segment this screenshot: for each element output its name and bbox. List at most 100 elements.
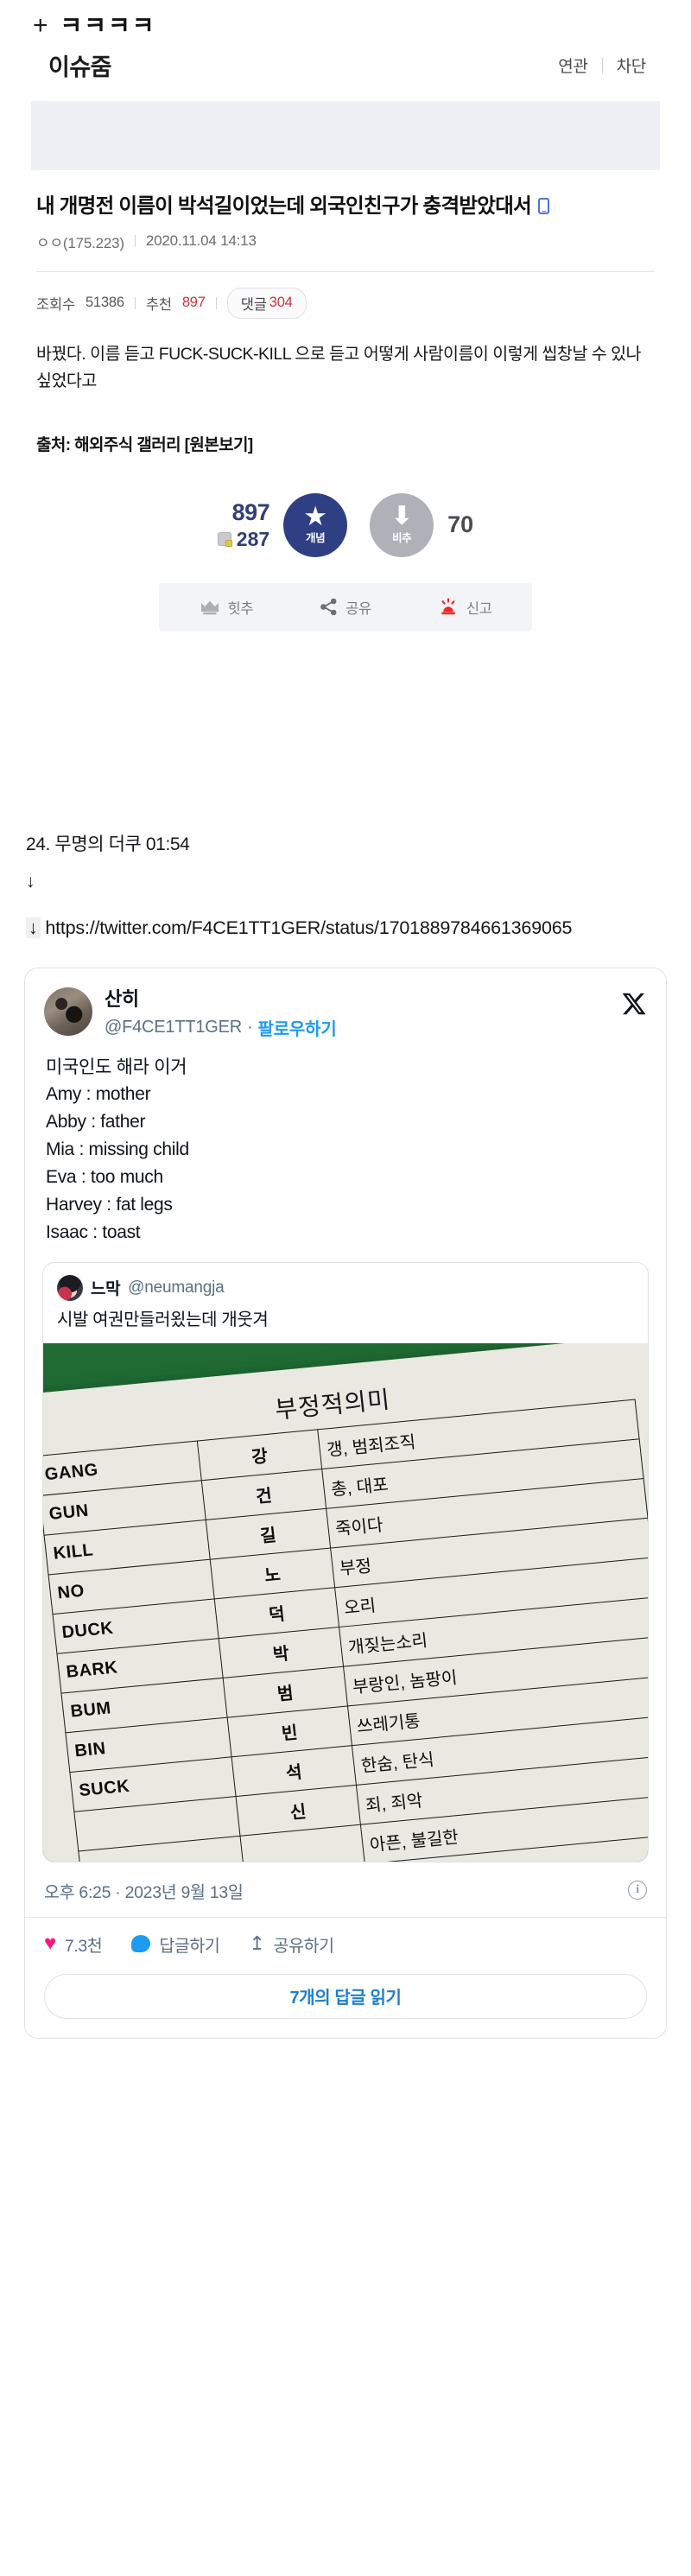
tweet-author-name[interactable]: 산히 — [105, 987, 609, 1012]
post-title-text: 내 개명전 이름이 박석길이었는데 외국인친구가 충격받았대서 — [36, 194, 532, 217]
top-strip-text: ㅋㅋㅋㅋ — [60, 12, 156, 39]
vote-counts: 897 287 — [217, 498, 270, 551]
tweet-line: Isaac : toast — [46, 1221, 141, 1242]
header-actions: 연관 차단 — [544, 54, 660, 77]
tweet-header: 산히 @F4CE1TT1GER · 팔로우하기 — [25, 968, 666, 1040]
views-label: 조회수 — [36, 296, 75, 313]
recommend-value: 897 — [181, 295, 206, 311]
reply-label: 답글하기 — [159, 1936, 220, 1956]
quoted-tweet-photo[interactable]: 부정적의미 GANG 강 갱, 범죄조직 GUN 건 총, 대포 KILL 길 … — [43, 1342, 648, 1862]
post-header: 내 개명전 이름이 박석길이었는데 외국인친구가 충격받았대서 ㅇㅇ(175.2… — [0, 170, 691, 252]
tweet-line: Amy : mother — [46, 1084, 151, 1105]
quoted-author-name: 느막 — [91, 1280, 121, 1299]
vote-sub-count: 287 — [236, 528, 270, 551]
siren-icon — [438, 598, 459, 616]
report-button[interactable]: 신고 — [438, 597, 492, 618]
avatar[interactable] — [57, 1274, 83, 1301]
printed-paper: 부정적의미 GANG 강 갱, 범죄조직 GUN 건 총, 대포 KILL 길 … — [43, 1342, 648, 1862]
meaning-table: GANG 강 갱, 범죄조직 GUN 건 총, 대포 KILL 길 죽이다 NO… — [43, 1399, 648, 1862]
share-icon — [320, 598, 338, 616]
plus-icon: + — [33, 11, 48, 40]
comment-label: 댓글 — [240, 296, 267, 313]
quoted-tweet-text: 시발 여권만들러욌는데 개웃겨 — [57, 1310, 269, 1329]
tweet-share-button[interactable]: ↥ 공유하기 — [249, 1932, 335, 1957]
post-stats: 조회수 51386 추천 897 댓글 304 — [36, 270, 655, 319]
comment-section: 24. 무명의 더쿠 01:54 ↓ ↓ https://twitter.com… — [0, 631, 691, 942]
mobile-device-icon — [538, 198, 550, 215]
post-date: 2020.11.04 14:13 — [145, 232, 257, 250]
tweet-identity: 산히 @F4CE1TT1GER · 팔로우하기 — [105, 987, 609, 1040]
downvote-button[interactable]: ⬇ 비추 — [370, 492, 434, 557]
meaning-table-body: GANG 강 갱, 범죄조직 GUN 건 총, 대포 KILL 길 죽이다 NO… — [43, 1399, 648, 1862]
tweet-engagement-bar: ♥ 7.3천 답글하기 ↥ 공유하기 — [25, 1916, 666, 1969]
tweet-share-label: 공유하기 — [273, 1936, 335, 1956]
related-button[interactable]: 연관 — [544, 54, 601, 77]
star-icon: ★ — [303, 500, 328, 531]
quoted-tweet-header: 느막 @neumangja — [43, 1263, 648, 1301]
heart-icon: ♥ — [44, 1932, 56, 1956]
reply-button[interactable]: 답글하기 — [131, 1932, 220, 1957]
tweet-handle[interactable]: @F4CE1TT1GER — [105, 1018, 242, 1037]
block-button[interactable]: 차단 — [603, 54, 660, 77]
top-strip: + ㅋㅋㅋㅋ — [0, 0, 691, 40]
tweet-line: Harvey : fat legs — [46, 1195, 173, 1215]
upvote-label: 개념 — [305, 532, 326, 545]
share-label: 공유 — [346, 600, 371, 617]
like-button[interactable]: ♥ 7.3천 — [44, 1932, 103, 1957]
site-title: 이슈줌 — [48, 54, 112, 80]
report-label: 신고 — [466, 600, 492, 617]
comment-header: 24. 무명의 더쿠 01:54 — [26, 834, 190, 854]
downvote-count: 70 — [447, 511, 474, 538]
tweet-line: 미국인도 해라 이거 — [46, 1056, 187, 1077]
crown-icon — [200, 600, 220, 615]
tweet-line: Abby : father — [46, 1112, 146, 1133]
vote-sub-row: 287 — [217, 528, 270, 551]
comment-value: 304 — [269, 295, 293, 311]
post-source[interactable]: 출처: 해외주식 갤러리 [원본보기] — [0, 396, 691, 455]
tweet-embed-card: 산히 @F4CE1TT1GER · 팔로우하기 미국인도 해라 이거 Amy :… — [24, 968, 667, 2039]
stats-divider-1 — [134, 296, 136, 309]
upvote-count: 897 — [231, 498, 270, 525]
post-action-bar: 힛추 공유 신고 — [159, 582, 532, 631]
tweet-timestamp-row: 오후 6:25 · 2023년 9월 13일 i — [25, 1862, 666, 1917]
upvote-button[interactable]: ★ 개념 — [283, 492, 348, 557]
tweet-line: Mia : missing child — [46, 1139, 189, 1160]
post-meta: ㅇㅇ(175.223) 2020.11.04 14:13 — [36, 231, 656, 252]
reply-bubble-icon — [131, 1935, 151, 1953]
like-count: 7.3천 — [64, 1936, 103, 1956]
comment-count-pill[interactable]: 댓글 304 — [226, 287, 307, 319]
hit-recommend-button[interactable]: 힛추 — [200, 597, 254, 618]
site-header: 이슈줌 연관 차단 — [0, 40, 691, 101]
quoted-tweet-card[interactable]: 느막 @neumangja 시발 여권만들러욌는데 개웃겨 부정적의미 GANG… — [42, 1261, 649, 1862]
info-icon[interactable]: i — [628, 1881, 647, 1900]
handle-separator: · — [247, 1017, 253, 1037]
meta-divider — [134, 235, 136, 248]
comment-arrow: ↓ — [26, 871, 35, 891]
downvote-label: 비추 — [391, 532, 412, 545]
share-button[interactable]: 공유 — [320, 597, 371, 618]
post-body: 바꿨다. 이름 듣고 FUCK-SUCK-KILL 으로 듣고 어떻게 사람이름… — [36, 344, 641, 391]
tweet-text: 미국인도 해라 이거 Amy : mother Abby : father Mi… — [25, 1040, 666, 1247]
image-count-icon — [217, 532, 232, 548]
views-value: 51386 — [85, 295, 124, 311]
recommend-label: 추천 — [145, 296, 172, 313]
avatar[interactable] — [44, 987, 92, 1037]
tweet-handle-row: @F4CE1TT1GER · 팔로우하기 — [105, 1015, 609, 1040]
vote-widget: 897 287 ★ 개념 ⬇ 비추 70 — [0, 492, 691, 557]
ad-banner-placeholder[interactable] — [31, 101, 660, 170]
tweet-line: Eva : too much — [46, 1167, 163, 1188]
x-logo-icon[interactable] — [621, 987, 647, 1021]
quoted-author-handle: @neumangja — [128, 1278, 225, 1297]
tweet-timestamp: 오후 6:25 · 2023년 9월 13일 — [44, 1882, 244, 1902]
post-title: 내 개명전 이름이 박석길이었는데 외국인친구가 충격받았대서 — [36, 193, 656, 220]
read-replies-button[interactable]: 7개의 답글 읽기 — [44, 1973, 647, 2019]
follow-button[interactable]: 팔로우하기 — [258, 1015, 337, 1040]
down-arrow-icon: ⬇ — [390, 502, 413, 531]
link-arrow-icon: ↓ — [26, 917, 41, 938]
comment-link[interactable]: https://twitter.com/F4CE1TT1GER/status/1… — [45, 917, 572, 938]
hit-recommend-label: 힛추 — [227, 600, 254, 617]
stats-divider-2 — [215, 296, 217, 309]
post-author: ㅇㅇ(175.223) — [36, 234, 124, 251]
comment-link-row: ↓ https://twitter.com/F4CE1TT1GER/status… — [26, 915, 665, 942]
share-up-icon: ↥ — [249, 1932, 265, 1955]
